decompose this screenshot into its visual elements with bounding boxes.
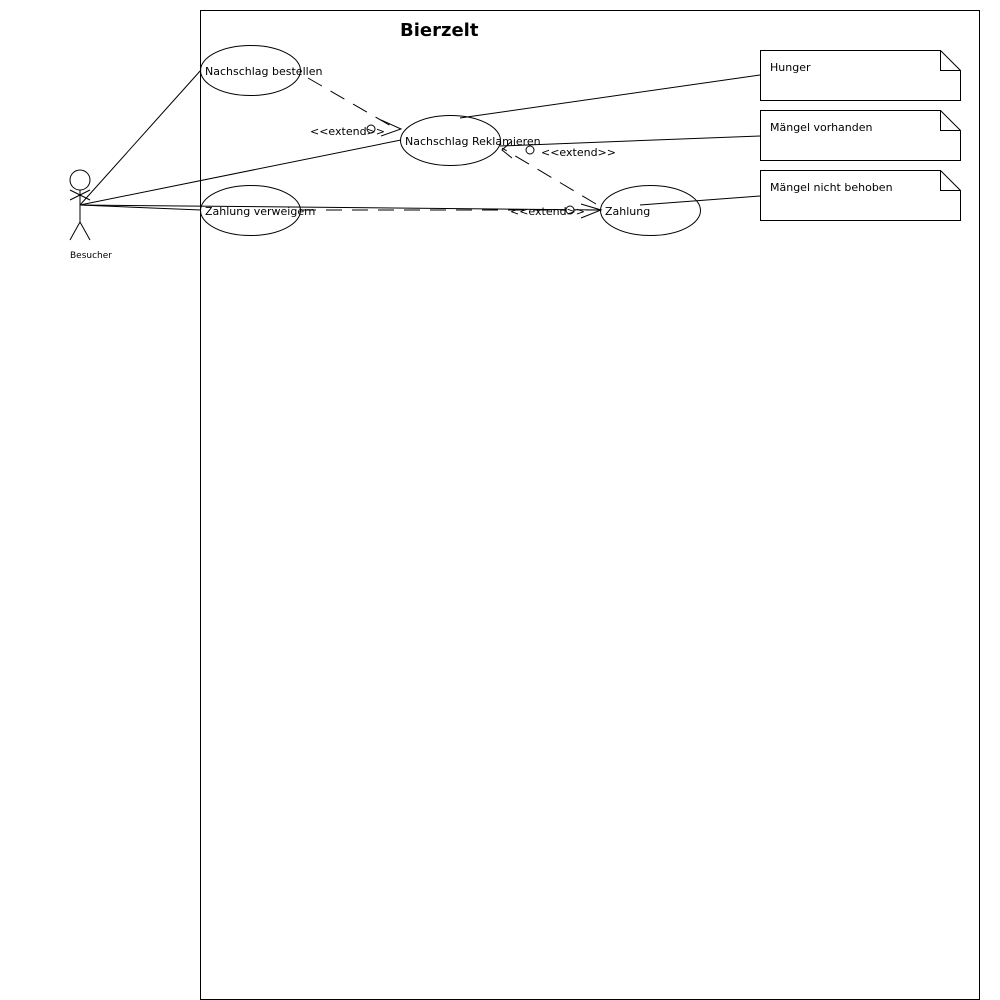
note-maengel-vorhanden[interactable]: Mängel vorhanden	[760, 110, 961, 161]
association-nachschlag-bestellen	[79, 69, 202, 206]
note-maengel-nicht-behoben[interactable]: Mängel nicht behoben	[760, 170, 961, 221]
note-hunger[interactable]: Hunger	[760, 50, 961, 101]
actor-head-icon	[69, 169, 91, 191]
actor-leg-right	[79, 221, 91, 241]
use-case-label: Nachschlag Reklamieren	[405, 135, 541, 148]
note-text: Mängel nicht behoben	[770, 181, 893, 194]
use-case-label: Zahlung verweigern	[205, 205, 315, 218]
extend-label-2: <<extend>>	[541, 146, 616, 159]
system-title: Bierzelt	[400, 20, 479, 41]
use-case-diagram: Bierzelt <<extend>> <<extend>> <<extend>…	[69, 10, 980, 1000]
actor-leg-left	[69, 221, 81, 241]
use-case-label: Nachschlag bestellen	[205, 65, 322, 78]
actor-label: Besucher	[70, 251, 112, 261]
extend-label-3: <<extend>>	[510, 205, 585, 218]
note-text: Mängel vorhanden	[770, 121, 873, 134]
use-case-label: Zahlung	[605, 205, 650, 218]
extend-label-1: <<extend>>	[310, 125, 385, 138]
note-text: Hunger	[770, 61, 811, 74]
